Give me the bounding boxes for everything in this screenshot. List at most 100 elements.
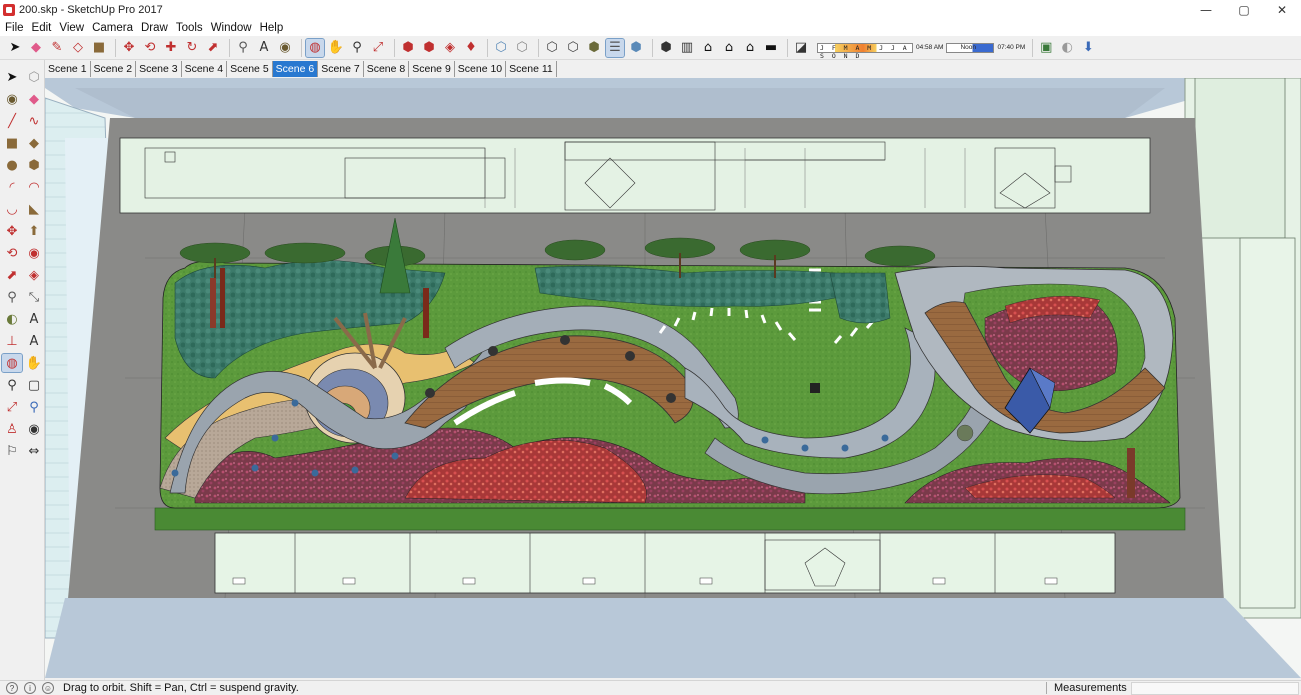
wireframe-icon[interactable]: ⬡ <box>543 39 561 57</box>
freehand-icon[interactable]: ∿ <box>24 112 44 130</box>
right-view-icon[interactable]: ⌂ <box>720 39 738 57</box>
xray-icon[interactable]: ⬡ <box>492 39 510 57</box>
tape-measure-icon[interactable]: ⚲ <box>2 288 22 306</box>
close-button[interactable]: ✕ <box>1263 0 1301 19</box>
menu-draw[interactable]: Draw <box>138 22 173 34</box>
geo-location-status-icon[interactable]: ? <box>6 682 18 694</box>
position-camera-icon[interactable]: ♙ <box>2 420 22 438</box>
rotated-rect-icon[interactable]: ◆ <box>24 134 44 152</box>
axes-icon[interactable]: ⊥ <box>2 332 22 350</box>
push-pull-icon[interactable]: ⬆ <box>24 222 44 240</box>
user-status-icon[interactable]: ☺ <box>42 682 54 694</box>
maximize-button[interactable]: ▢ <box>1225 0 1263 19</box>
shaded-icon[interactable]: ⬢ <box>585 39 603 57</box>
rectangle-icon[interactable]: ■ <box>2 134 22 152</box>
geo-location-icon[interactable]: ▣ <box>1037 39 1055 57</box>
eraser-icon[interactable]: ◆ <box>27 39 45 57</box>
layout-icon[interactable]: ◈ <box>441 39 459 57</box>
zoom-extents-icon[interactable]: ⤢ <box>2 398 22 416</box>
zoom-extents-icon[interactable]: ⤢ <box>369 39 387 57</box>
follow-me-icon[interactable]: ◉ <box>24 244 44 262</box>
back-view-icon[interactable]: ⌂ <box>741 39 759 57</box>
three-point-arc-icon[interactable]: ◣ <box>24 200 44 218</box>
menu-camera[interactable]: Camera <box>89 22 138 34</box>
pie-icon[interactable]: ◠ <box>24 178 44 196</box>
left-view-icon[interactable]: ▬ <box>762 39 780 57</box>
scale-icon[interactable]: ⬈ <box>204 39 222 57</box>
credits-status-icon[interactable]: i <box>24 682 36 694</box>
select-icon[interactable]: ➤ <box>6 39 24 57</box>
month-slider[interactable]: J F M A M J J A S O N D <box>817 42 913 60</box>
text-icon[interactable]: A <box>24 310 44 328</box>
paint-bucket-icon[interactable]: ◉ <box>276 39 294 57</box>
line-icon[interactable]: ╱ <box>2 112 22 130</box>
top-view-icon[interactable]: ▥ <box>678 39 696 57</box>
scene-tab[interactable]: Scene 4 <box>182 61 228 77</box>
follow-me-icon[interactable]: ✚ <box>162 39 180 57</box>
export-icon[interactable]: ⬇ <box>1079 39 1097 57</box>
monochrome-icon[interactable]: ⬢ <box>627 39 645 57</box>
scene-tab[interactable]: Scene 11 <box>506 61 557 77</box>
two-point-arc-icon[interactable]: ◡ <box>2 200 22 218</box>
shapes-icon[interactable]: ◇ <box>69 39 87 57</box>
time-slider[interactable]: Noon <box>946 42 995 53</box>
offset-icon[interactable]: ◈ <box>24 266 44 284</box>
rotate-icon[interactable]: ⟲ <box>2 244 22 262</box>
menu-tools[interactable]: Tools <box>173 22 208 34</box>
scene-tab[interactable]: Scene 7 <box>318 61 364 77</box>
text-icon[interactable]: A <box>255 39 273 57</box>
scene-tab[interactable]: Scene 2 <box>91 61 137 77</box>
scene-tab[interactable]: Scene 10 <box>455 61 507 77</box>
iso-view-icon[interactable]: ⬢ <box>657 39 675 57</box>
minimize-button[interactable]: — <box>1187 0 1225 19</box>
component-icon[interactable]: ⬡ <box>24 68 44 86</box>
scene-tab[interactable]: Scene 9 <box>409 61 455 77</box>
back-edges-icon[interactable]: ⬡ <box>513 39 531 57</box>
previous-icon[interactable]: ⚲ <box>24 398 44 416</box>
menu-window[interactable]: Window <box>208 22 257 34</box>
polygon-icon[interactable]: ⬢ <box>24 156 44 174</box>
rotate-2-icon[interactable]: ↻ <box>183 39 201 57</box>
scene-tab-selected[interactable]: Scene 6 <box>272 61 319 77</box>
extension-icon[interactable]: ⬢ <box>420 39 438 57</box>
look-around-icon[interactable]: ◉ <box>24 420 44 438</box>
orbit-icon[interactable]: ◍ <box>1 353 23 373</box>
scale-icon[interactable]: ⬈ <box>2 266 22 284</box>
warehouse-icon[interactable]: ⬢ <box>399 39 417 57</box>
measurements-input[interactable] <box>1131 682 1299 695</box>
move-icon[interactable]: ✥ <box>2 222 22 240</box>
pan-icon[interactable]: ✋ <box>327 39 345 57</box>
menu-edit[interactable]: Edit <box>29 22 57 34</box>
pencil-icon[interactable]: ✎ <box>48 39 66 57</box>
section-plane-icon[interactable]: ⇔ <box>24 442 44 460</box>
scene-tab[interactable]: Scene 3 <box>136 61 182 77</box>
shadows-icon[interactable]: ◪ <box>792 39 810 57</box>
paint-icon[interactable]: ◉ <box>2 90 22 108</box>
3d-text-icon[interactable]: A <box>24 332 44 350</box>
model-viewport[interactable] <box>45 78 1301 678</box>
scene-tab[interactable]: Scene 1 <box>45 61 91 77</box>
scene-tab[interactable]: Scene 8 <box>364 61 410 77</box>
zoom-icon[interactable]: ⚲ <box>2 376 22 394</box>
hidden-line-icon[interactable]: ⬡ <box>564 39 582 57</box>
select-tool-icon[interactable]: ➤ <box>2 68 22 86</box>
menu-help[interactable]: Help <box>257 22 289 34</box>
tape-measure-icon[interactable]: ⚲ <box>234 39 252 57</box>
textured-icon[interactable]: ☰ <box>605 37 625 58</box>
dimension-icon[interactable]: ⤡ <box>24 288 44 306</box>
menu-view[interactable]: View <box>56 22 89 34</box>
push-pull-icon[interactable]: ■ <box>90 39 108 57</box>
arc-icon[interactable]: ◜ <box>2 178 22 196</box>
scene-tab[interactable]: Scene 5 <box>227 61 273 77</box>
front-view-icon[interactable]: ⌂ <box>699 39 717 57</box>
move-icon[interactable]: ✥ <box>120 39 138 57</box>
ruby-icon[interactable]: ♦ <box>462 39 480 57</box>
fog-icon[interactable]: ◐ <box>1058 39 1076 57</box>
shadow-settings[interactable]: J F M A M J J A S O N D 04:58 AM Noon 07… <box>817 42 1028 60</box>
walk-icon[interactable]: ⚐ <box>2 442 22 460</box>
menu-file[interactable]: File <box>2 22 29 34</box>
orbit-icon[interactable]: ◍ <box>305 37 325 58</box>
circle-icon[interactable]: ● <box>2 156 22 174</box>
zoom-icon[interactable]: ⚲ <box>348 39 366 57</box>
rotate-icon[interactable]: ⟲ <box>141 39 159 57</box>
